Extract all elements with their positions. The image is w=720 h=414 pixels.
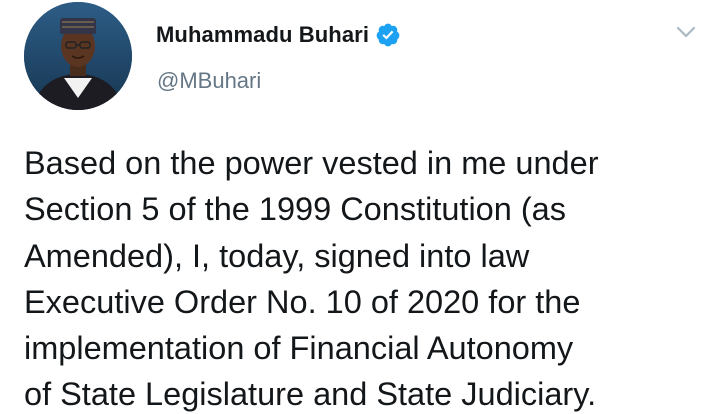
- author-display-name[interactable]: Muhammadu Buhari: [156, 22, 369, 48]
- tweet-card: Muhammadu Buhari @MBuhari Based on the p…: [0, 0, 720, 414]
- author-name-row[interactable]: Muhammadu Buhari: [156, 19, 401, 51]
- tweet-text-line: Amended), I, today, signed into law: [24, 237, 530, 274]
- tweet-text: Based on the power vested in me under Se…: [24, 140, 714, 414]
- tweet-text-line: of State Legislature and State Judiciary…: [24, 376, 597, 413]
- tweet-text-line: Section 5 of the 1999 Constitution (as: [24, 191, 567, 228]
- author-handle[interactable]: @MBuhari: [157, 68, 261, 94]
- profile-photo-icon: [24, 2, 132, 110]
- avatar[interactable]: [24, 2, 132, 110]
- chevron-down-icon[interactable]: [672, 20, 700, 44]
- verified-badge-icon: [375, 22, 401, 48]
- tweet-text-line: Executive Order No. 10 of 2020 for the: [24, 283, 581, 320]
- tweet-text-line: Based on the power vested in me under: [24, 145, 599, 181]
- tweet-text-line: implementation of Financial Autonomy: [24, 330, 574, 367]
